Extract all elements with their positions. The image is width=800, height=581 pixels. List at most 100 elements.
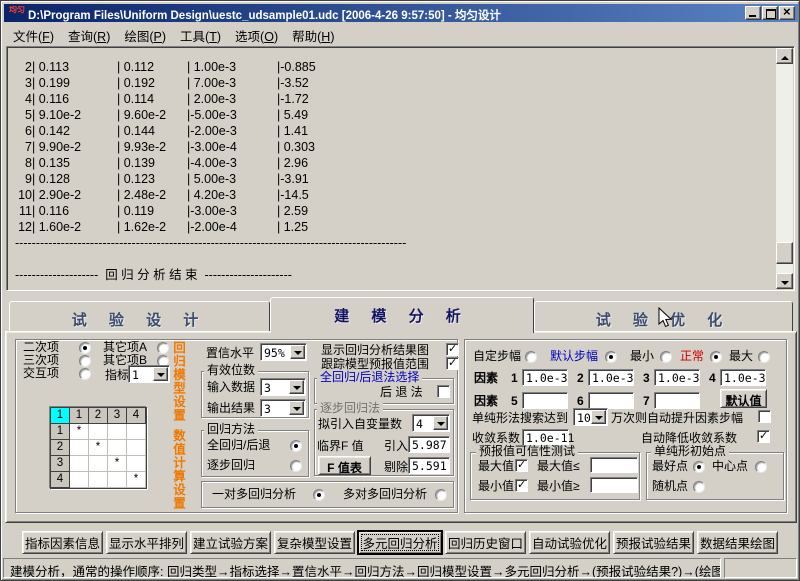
many-to-many-label: 多对多回归分析 bbox=[343, 488, 427, 501]
chevron-down-icon[interactable] bbox=[290, 345, 305, 359]
btn-multivariate-regression[interactable]: 多元回归分析 bbox=[358, 531, 442, 554]
factor-1-num: 1 bbox=[511, 372, 518, 385]
matrix-header-cell[interactable]: 1 bbox=[70, 408, 89, 424]
matrix-header-cell[interactable]: 2 bbox=[89, 408, 108, 424]
maximize-icon[interactable] bbox=[762, 6, 778, 20]
radio-min-step[interactable] bbox=[660, 351, 672, 363]
chevron-down-icon[interactable] bbox=[153, 367, 168, 381]
matrix-header-cell[interactable]: 4 bbox=[127, 408, 146, 424]
btn-data-result-plot[interactable]: 数据结果绘图 bbox=[697, 531, 778, 554]
stepwise-group-title: 逐步回归法 bbox=[317, 402, 383, 415]
show-result-chart-checkbox[interactable] bbox=[446, 343, 459, 356]
menu-item[interactable]: 文件(F) bbox=[13, 26, 54, 45]
output-digits-select[interactable]: 3 bbox=[260, 399, 306, 417]
radio-best-point[interactable] bbox=[693, 461, 705, 473]
max-check-checkbox[interactable] bbox=[515, 459, 528, 472]
f-table-button[interactable]: F 值表 bbox=[318, 456, 371, 475]
input-digits-label: 输入数据 bbox=[207, 381, 255, 394]
title-bar: 均匀 D:\Program Files\Uniform Design\uestc… bbox=[4, 4, 798, 22]
output-digits-label: 输出结果 bbox=[207, 402, 255, 415]
chevron-down-icon[interactable] bbox=[433, 416, 448, 430]
simplex-search-select[interactable]: 10 bbox=[573, 408, 608, 426]
radio-interaction[interactable] bbox=[79, 368, 91, 380]
input-digits-select[interactable]: 3 bbox=[260, 378, 306, 396]
factor-5-field[interactable] bbox=[522, 392, 568, 409]
regression-report-area[interactable]: 2 0.113 0.112 1.00e-3-0.8853 0.199 0.192… bbox=[6, 46, 795, 291]
f-in-field[interactable]: 5.987 bbox=[408, 436, 450, 453]
report-row: 7 9.90e-2 9.93e-2-3.00e-4 0.303 bbox=[15, 139, 406, 155]
radio-custom-step[interactable] bbox=[525, 351, 537, 363]
menu-item[interactable]: 帮助(H) bbox=[292, 26, 334, 45]
min-bound-field[interactable] bbox=[590, 477, 638, 493]
menu-item[interactable]: 选项(O) bbox=[235, 26, 278, 45]
btn-predict-experiment-results[interactable]: 预报试验结果 bbox=[613, 531, 694, 554]
backward-method-checkbox[interactable] bbox=[437, 385, 450, 398]
factor-7-field[interactable] bbox=[654, 392, 700, 409]
radio-stepwise-regression[interactable] bbox=[290, 460, 302, 472]
chevron-down-icon[interactable] bbox=[289, 401, 304, 415]
matrix-corner-cell[interactable]: 1 bbox=[51, 408, 70, 424]
factor-6-field[interactable] bbox=[588, 392, 634, 409]
radio-cubic[interactable] bbox=[79, 355, 91, 367]
f-out-field[interactable]: 5.591 bbox=[408, 457, 450, 474]
default-values-button[interactable]: 默认值 bbox=[720, 389, 767, 408]
menu-item[interactable]: 绘图(P) bbox=[124, 26, 166, 45]
confidence-label: 置信水平 bbox=[206, 347, 254, 360]
report-row: 10 2.90e-2 2.48e-2 4.20e-3-14.5 bbox=[15, 187, 406, 203]
report-footer: -------------------- 回 归 分 析 结 束 -------… bbox=[15, 267, 406, 283]
max-bound-field[interactable] bbox=[590, 457, 638, 473]
mouse-cursor bbox=[657, 307, 679, 329]
factor-4-field[interactable]: 1.0e-3 bbox=[720, 369, 766, 386]
matrix-header-cell[interactable]: 3 bbox=[108, 408, 127, 424]
report-row: 8 0.135 0.139-4.00e-3 2.96 bbox=[15, 155, 406, 171]
vertical-scrollbar[interactable] bbox=[776, 48, 793, 289]
radio-center-point[interactable] bbox=[755, 461, 767, 473]
menu-item[interactable]: 工具(T) bbox=[180, 26, 221, 45]
radio-other-a[interactable] bbox=[157, 342, 169, 354]
btn-auto-experiment-optimization[interactable]: 自动试验优化 bbox=[529, 531, 610, 554]
menu-item[interactable]: 查询(R) bbox=[68, 26, 110, 45]
report-row: 3 0.199 0.192 7.00e-3-3.52 bbox=[15, 75, 406, 91]
scroll-down-icon[interactable] bbox=[776, 273, 793, 289]
factor-3-field[interactable]: 1.0e-3 bbox=[654, 369, 700, 386]
confidence-select[interactable]: 95% bbox=[260, 343, 307, 361]
factor-row1-label: 因素 bbox=[474, 372, 498, 385]
scroll-up-icon[interactable] bbox=[776, 48, 793, 64]
chevron-down-icon[interactable] bbox=[591, 410, 606, 424]
radio-full-regression[interactable] bbox=[290, 440, 302, 452]
matrix-row: 4 * bbox=[51, 472, 146, 488]
btn-show-level-arrangement[interactable]: 显示水平排列 bbox=[106, 531, 187, 554]
scrollbar-thumb[interactable] bbox=[776, 242, 793, 264]
auto-lower-convergence-checkbox[interactable] bbox=[757, 430, 770, 443]
factor-1-field[interactable]: 1.0e-3 bbox=[522, 369, 568, 386]
radio-random-point[interactable] bbox=[693, 481, 705, 493]
vars-count-select[interactable]: 4 bbox=[412, 414, 450, 432]
chevron-down-icon[interactable] bbox=[289, 380, 304, 394]
tab-experiment-design[interactable]: 试 验 设 计 bbox=[9, 301, 270, 331]
btn-create-experiment-plan[interactable]: 建立试验方案 bbox=[190, 531, 271, 554]
radio-one-to-many[interactable] bbox=[313, 489, 325, 501]
radio-many-to-many[interactable] bbox=[435, 489, 447, 501]
center-point-label: 中心点 bbox=[712, 460, 748, 473]
track-prediction-range-checkbox[interactable] bbox=[446, 357, 459, 370]
factor-2-num: 2 bbox=[577, 372, 584, 385]
radio-normal-step[interactable] bbox=[710, 351, 722, 363]
vertical-label-regression-model: 回归模型设置 bbox=[170, 341, 185, 422]
tab-modeling-analysis[interactable]: 建 模 分 析 bbox=[270, 297, 534, 333]
btn-indicator-factor-info[interactable]: 指标因素信息 bbox=[22, 531, 103, 554]
factor-2-field[interactable]: 1.0e-3 bbox=[588, 369, 634, 386]
model-term-matrix[interactable]: 1 1234 1 * 2 * 3 * 4 bbox=[50, 407, 147, 489]
factor-7-num: 7 bbox=[643, 395, 650, 408]
index-select[interactable]: 1 bbox=[128, 365, 170, 383]
simplex-autoraise-checkbox[interactable] bbox=[758, 410, 771, 423]
radio-quadratic[interactable] bbox=[79, 342, 91, 354]
btn-complex-model-settings[interactable]: 复杂模型设置 bbox=[274, 531, 355, 554]
radio-max-step[interactable] bbox=[758, 351, 770, 363]
min-check-label: 最小值 bbox=[478, 480, 514, 493]
prediction-test-title: 预报值可信性测试 bbox=[476, 445, 578, 458]
radio-default-step[interactable] bbox=[605, 351, 617, 363]
minimize-icon[interactable] bbox=[745, 6, 761, 20]
btn-regression-history[interactable]: 回归历史窗口 bbox=[445, 531, 526, 554]
close-icon[interactable] bbox=[779, 6, 795, 20]
min-check-checkbox[interactable] bbox=[515, 479, 528, 492]
